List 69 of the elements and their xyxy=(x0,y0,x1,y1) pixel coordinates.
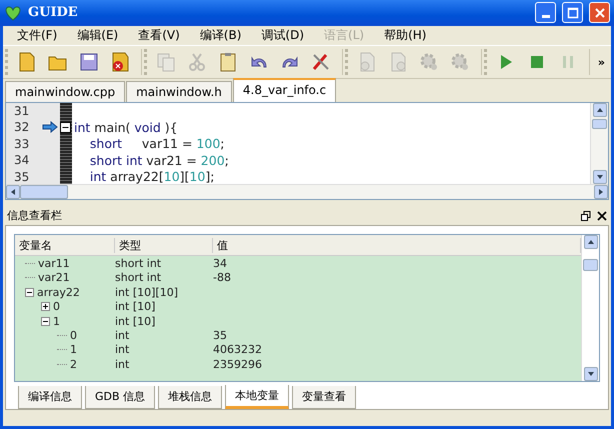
floppy-icon[interactable] xyxy=(78,51,100,74)
minimize-icon xyxy=(542,15,550,18)
variable-name: var11 xyxy=(38,256,70,270)
panel-tab[interactable]: GDB 信息 xyxy=(85,386,156,410)
line-number: 32 xyxy=(13,120,30,134)
line-number: 31 xyxy=(13,104,30,118)
variable-name: var21 xyxy=(38,271,70,284)
line-number: 35 xyxy=(13,170,30,184)
collapse-icon[interactable] xyxy=(41,316,50,326)
variable-type: int [10] xyxy=(115,300,156,314)
variable-name: 1 xyxy=(70,343,77,356)
collapse-icon[interactable] xyxy=(25,288,34,297)
variable-name: 1 xyxy=(53,314,60,328)
line-number: 33 xyxy=(13,136,30,151)
menu-item[interactable]: 文件(F) xyxy=(7,26,68,44)
line-number: 34 xyxy=(13,153,30,168)
variable-name: array22 xyxy=(37,286,80,299)
variable-type: int xyxy=(115,358,130,371)
horizontal-scrollbar[interactable] xyxy=(6,184,608,200)
panel-tab[interactable]: 变量查看 xyxy=(292,386,356,410)
scrollbar-thumb[interactable] xyxy=(583,259,598,272)
menu-item[interactable]: 调试(D) xyxy=(251,26,314,44)
file-tab[interactable]: mainwindow.h xyxy=(126,80,232,102)
menu-item[interactable]: 编辑(E) xyxy=(67,26,128,44)
menu-item[interactable]: 帮助(H) xyxy=(374,26,436,44)
variable-value: -88 xyxy=(213,271,232,284)
panel-tab[interactable]: 本地变量 xyxy=(225,385,290,410)
column-header[interactable]: 类型 xyxy=(115,238,213,253)
variable-name: 0 xyxy=(53,300,60,314)
window-title: GUIDE xyxy=(28,5,79,20)
maximize-button[interactable] xyxy=(562,2,583,24)
panel-tab[interactable]: 堆栈信息 xyxy=(158,386,222,410)
file-tab[interactable]: mainwindow.cpp xyxy=(5,80,126,102)
menu-item[interactable]: 编译(B) xyxy=(190,26,252,44)
float-icon xyxy=(581,210,591,221)
more-tools-button[interactable]: » xyxy=(598,56,611,69)
variable-value: 4063232 xyxy=(213,343,263,356)
variable-value: 35 xyxy=(213,328,228,342)
variable-type: int xyxy=(115,343,130,356)
file-tab[interactable]: 4.8_var_info.c xyxy=(232,78,336,102)
heart-logo-icon xyxy=(4,4,22,21)
close-icon xyxy=(597,210,607,221)
menu-item[interactable]: 查看(V) xyxy=(128,26,190,44)
minimize-button[interactable] xyxy=(535,2,556,24)
code-line: short int var21 = 200; xyxy=(88,152,229,168)
vertical-scrollbar[interactable] xyxy=(590,102,608,184)
variable-type: short int xyxy=(115,256,162,270)
variable-type: int xyxy=(115,328,130,342)
scrollbar-thumb[interactable] xyxy=(592,118,607,129)
scrollbar-thumb[interactable] xyxy=(20,185,68,200)
expand-icon[interactable] xyxy=(41,302,50,312)
variable-type: short int xyxy=(115,271,162,284)
column-header[interactable]: 变量名 xyxy=(15,238,115,253)
code-line: int array22[10][10]; xyxy=(88,169,214,184)
code-line: int main( void ){ xyxy=(73,120,178,135)
panel-title: 信息查看栏 xyxy=(7,208,63,224)
close-icon xyxy=(594,6,606,19)
variable-value: 2359296 xyxy=(213,358,263,371)
code-line: short var11 = 100; xyxy=(88,136,224,152)
collapse-icon[interactable] xyxy=(60,122,71,133)
close-button[interactable] xyxy=(589,2,610,24)
variable-value: 34 xyxy=(213,256,228,270)
variable-type: int [10] xyxy=(115,314,156,328)
variable-type: int [10][10] xyxy=(115,286,179,299)
vertical-scrollbar[interactable] xyxy=(581,235,599,382)
maximize-icon xyxy=(566,6,578,19)
variable-name: 0 xyxy=(70,328,77,342)
panel-tab[interactable]: 编译信息 xyxy=(18,386,82,410)
variable-name: 2 xyxy=(70,358,77,371)
